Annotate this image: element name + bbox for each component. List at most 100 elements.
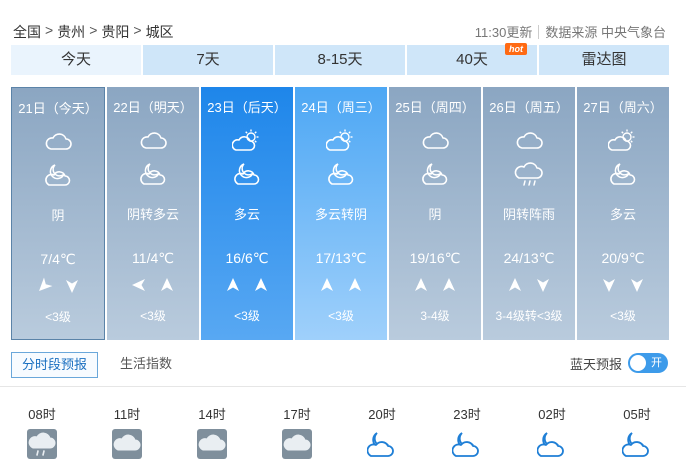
day-card[interactable]: 23日（后天） 多云 16/6℃ <3级: [201, 87, 293, 340]
tab-7-days[interactable]: 7天: [143, 45, 273, 75]
tab-40-days[interactable]: 40天 hot: [407, 43, 537, 75]
hot-badge: hot: [505, 43, 527, 55]
breadcrumb-city[interactable]: 贵阳: [101, 22, 129, 42]
tab-life-index[interactable]: 生活指数: [110, 352, 182, 378]
toggle-label: 开: [651, 357, 662, 369]
tab-8-15-days[interactable]: 8-15天: [275, 45, 405, 75]
day-date: 27日（周六）: [583, 100, 663, 115]
breadcrumb-province[interactable]: 贵州: [57, 22, 85, 42]
wind-arrow-icon: [159, 277, 175, 298]
wind-level: <3级: [234, 309, 260, 323]
cloudy-icon: [138, 129, 168, 153]
wind-direction: [107, 277, 199, 298]
tab-label: 40天: [456, 51, 488, 68]
cloudy-icon: [112, 429, 142, 459]
wind-arrow-icon: [441, 277, 457, 298]
hour-time: 02时: [538, 407, 566, 422]
day-card[interactable]: 26日（周五） 阴转阵雨 24/13℃ 3-4级转<3级: [483, 87, 575, 340]
hour-time: 08时: [28, 407, 56, 422]
tab-hourly-forecast[interactable]: 分时段预报: [11, 352, 99, 378]
cloudy-icon: [197, 429, 227, 459]
wind-level: <3级: [610, 309, 636, 323]
wind-direction: [483, 277, 575, 298]
wind-arrow-icon: [413, 277, 429, 298]
day-condition: 多云转阴: [314, 207, 367, 222]
data-source: 数据来源 中央气象台: [545, 25, 666, 40]
wind-arrow-icon: [253, 277, 269, 298]
day-date: 26日（周五）: [489, 100, 569, 115]
blue-sky-forecast: 蓝天预报 开: [570, 353, 668, 373]
day-card[interactable]: 25日（周四） 阴 19/16℃ 3-4级: [389, 87, 481, 340]
blue-sky-toggle[interactable]: 开: [628, 353, 668, 373]
day-date: 23日（后天）: [207, 100, 287, 115]
breadcrumb-district: 城区: [145, 24, 174, 40]
hour-time: 23时: [453, 407, 481, 422]
partly-cloudy-day-icon: [607, 129, 638, 153]
wind-level: <3级: [45, 310, 71, 324]
wind-arrow-icon: [347, 277, 363, 298]
forecast-tabs: 今天 7天 8-15天 40天 hot 雷达图: [11, 43, 669, 75]
partly-cloudy-night-icon: [326, 161, 356, 187]
top-bar: 全国 > 贵州 > 贵阳 > 城区 11:30更新 数据来源 中央气象台: [0, 0, 686, 44]
cloudy-icon: [420, 129, 450, 153]
hour-slot: 11时: [97, 404, 157, 459]
hour-slot: 08时: [12, 404, 72, 459]
hourly-forecast: 08时 11时 14时 17时 20时 23时 02时 05时: [0, 404, 686, 463]
day-temperature: 19/16℃: [409, 250, 461, 266]
partly-cloudy-night-icon: [232, 161, 262, 187]
partly-cloudy-night-icon: [43, 162, 73, 188]
day-card[interactable]: 22日（明天） 阴转多云 11/4℃ <3级: [107, 87, 199, 340]
wind-arrow-icon: [629, 277, 645, 298]
wind-level: <3级: [140, 309, 166, 323]
hour-slot: 17时: [267, 404, 327, 459]
tab-today[interactable]: 今天: [11, 45, 141, 75]
hour-slot: 02时: [522, 404, 582, 459]
partly-cloudy-night-icon: [138, 161, 168, 187]
day-condition: 阴转阵雨: [502, 207, 555, 222]
hour-time: 20时: [368, 407, 396, 422]
rain-cloud-icon: [27, 429, 57, 459]
daily-forecast: 21日（今天）阴 7/4℃ <3级 22日（明天） 阴转多云 11/4℃ <3级 23日（后天…: [11, 87, 669, 340]
wind-arrow-icon: [64, 278, 80, 299]
hour-slot: 14时: [182, 404, 242, 459]
wind-level: <3级: [328, 309, 354, 323]
wind-arrow-icon: [601, 277, 617, 298]
day-condition: 多云: [233, 207, 260, 222]
day-condition: 阴: [428, 207, 442, 222]
wind-direction: [389, 277, 481, 298]
day-condition: 阴转多云: [126, 207, 179, 222]
breadcrumb-separator: >: [89, 22, 98, 38]
wind-direction: [12, 277, 104, 299]
day-card[interactable]: 27日（周六） 多云 20/9℃ <3级: [577, 87, 669, 340]
partly-cloudy-night-icon: [608, 161, 638, 187]
day-card[interactable]: 24日（周三） 多云转阴 17/13℃ <3级: [295, 87, 387, 340]
partly-cloudy-day-icon: [325, 129, 356, 153]
tab-label: 今天: [60, 51, 91, 68]
hour-slot: 05时: [607, 404, 667, 459]
shower-icon: [514, 161, 544, 187]
day-condition: 阴: [51, 208, 65, 223]
partly-cloudy-night-icon: [536, 429, 567, 459]
wind-level: 3-4级: [420, 309, 450, 323]
day-date: 24日（周三）: [301, 100, 381, 115]
breadcrumb-country[interactable]: 全国: [13, 22, 41, 42]
cloudy-icon: [43, 130, 73, 154]
day-temperature: 17/13℃: [315, 250, 367, 266]
wind-arrow-icon: [131, 277, 147, 298]
day-card[interactable]: 21日（今天） 阴 7/4℃ <3级: [11, 87, 105, 340]
partly-cloudy-night-icon: [420, 161, 450, 187]
day-temperature: 20/9℃: [601, 250, 645, 266]
day-temperature: 16/6℃: [225, 250, 269, 266]
tab-radar[interactable]: 雷达图: [539, 45, 669, 75]
hour-time: 11时: [113, 407, 141, 422]
update-meta: 11:30更新 数据来源 中央气象台: [475, 22, 666, 41]
cloudy-icon: [514, 129, 544, 153]
wind-arrow-icon: [507, 277, 523, 298]
partly-cloudy-night-icon: [621, 429, 652, 459]
tab-label: 雷达图: [581, 51, 627, 68]
wind-arrow-icon: [535, 277, 551, 298]
breadcrumb-separator: >: [133, 22, 142, 38]
hour-slot: 23时: [437, 404, 497, 459]
breadcrumb: 全国 > 贵州 > 贵阳 > 城区: [13, 22, 174, 42]
day-temperature: 11/4℃: [132, 250, 174, 266]
